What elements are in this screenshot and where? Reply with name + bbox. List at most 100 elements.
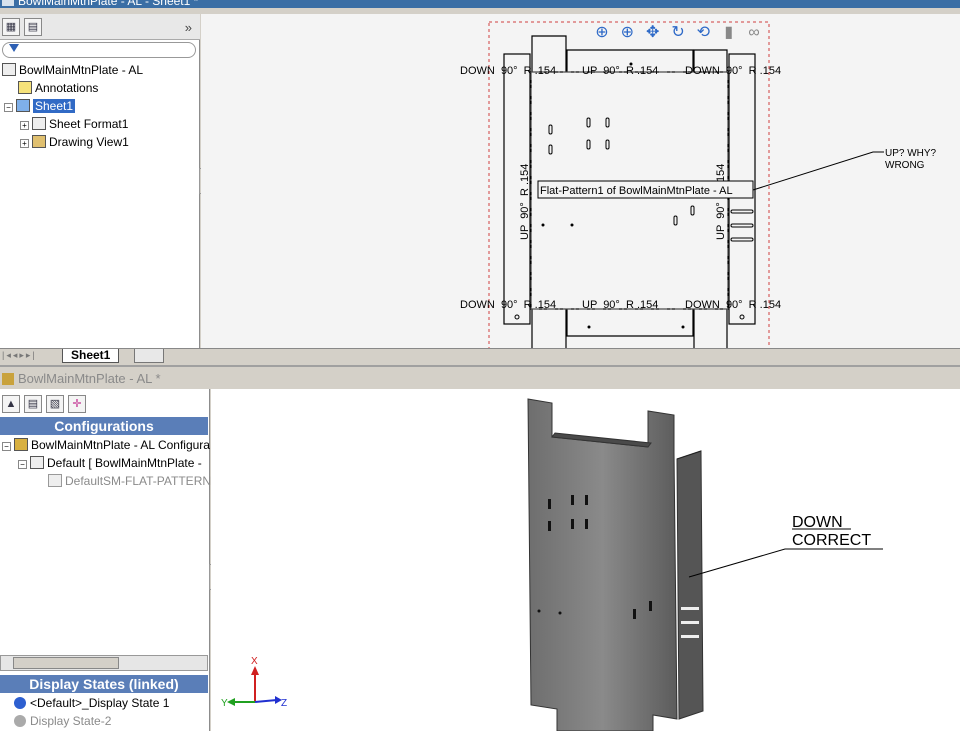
sheet-metal-model-render: DOWN CORRECT X Y Z	[221, 398, 883, 731]
property-manager-tab-icon[interactable]: ▤	[24, 18, 42, 36]
main-plate	[527, 398, 678, 731]
scrollbar-thumb[interactable]	[13, 657, 119, 669]
manager-tabs: ▲ ▤ ▧ ✛	[0, 395, 209, 417]
slot	[586, 117, 591, 128]
tree-item-drawing-view[interactable]: + Drawing View1	[20, 133, 129, 151]
note-leader-line	[752, 151, 884, 191]
bend-note-top-left: DOWN 90° R .154	[460, 65, 556, 77]
hole	[739, 314, 745, 320]
flange-slot	[730, 209, 754, 214]
expand-icon[interactable]: +	[20, 139, 29, 148]
configuration-manager-panel: ▲ ▤ ▧ ✛ Configurations − BowlMainMtnPlate…	[0, 389, 215, 731]
dimxpert-tab-icon[interactable]: ✛	[68, 395, 86, 413]
slot	[649, 601, 652, 611]
rotate-icon[interactable]: ⟲	[692, 22, 714, 44]
bend-note-vertical-left: UP 90° R .154	[519, 164, 531, 240]
sheet-tab-bar: |◂◂▸▸| Sheet1	[0, 348, 960, 363]
triad-x-arrow	[251, 666, 259, 675]
tree-item-sheet1[interactable]: − Sheet1	[4, 97, 76, 115]
slot	[585, 495, 588, 505]
expand-panel-icon[interactable]: »	[185, 20, 192, 35]
window-title-bar: BowlMainMtnPlate - AL - Sheet1 *	[0, 0, 960, 8]
part-icon	[14, 438, 28, 451]
config-item-flat-pattern[interactable]: DefaultSM-FLAT-PATTERN	[48, 472, 211, 490]
display-state-active-icon	[14, 697, 26, 709]
derived-configuration-icon	[48, 474, 62, 487]
display-states-header: Display States (linked)	[0, 675, 208, 693]
display-state-default[interactable]: <Default>_Display State 1	[14, 694, 169, 712]
hole	[558, 611, 562, 615]
tree-item-annotations[interactable]: Annotations	[18, 79, 98, 97]
sheet-icon	[16, 99, 30, 112]
configuration-manager-tab-icon[interactable]: ▧	[46, 395, 64, 413]
add-sheet-icon[interactable]	[134, 349, 164, 363]
feature-manager-panel: ▦ ▤ » BowlMainMtnPlate - AL Annotations …	[0, 14, 205, 348]
bend-note-top-right: DOWN 90° R .154	[685, 65, 781, 77]
side-flange	[676, 450, 704, 720]
flange-slot	[681, 621, 699, 624]
zoom-to-area-icon[interactable]: ⊕	[616, 22, 638, 44]
slot	[548, 499, 551, 509]
tree-item-drawing[interactable]: BowlMainMtnPlate - AL	[2, 61, 143, 79]
collapse-icon[interactable]: −	[4, 103, 13, 112]
flange-slot	[681, 635, 699, 638]
flange-slot	[730, 223, 754, 228]
tree-item-sheet-format[interactable]: + Sheet Format1	[20, 115, 128, 133]
feature-tree-tab-icon[interactable]: ▦	[2, 18, 20, 36]
feature-manager-tab-icon[interactable]: ▲	[2, 395, 20, 413]
bend-note-top-middle: UP 90° R .154	[582, 65, 658, 77]
view-label: Flat-Pattern1 of BowlMainMtnPlate - AL	[540, 185, 733, 197]
annotations-icon	[18, 81, 32, 94]
flat-pattern-drawing: DOWN 90° R .154 UP 90° R .154 DOWN 90° R…	[460, 21, 937, 348]
model-note-leader	[688, 548, 883, 578]
hole	[537, 609, 541, 613]
part-document-icon	[2, 373, 14, 385]
configurations-header: Configurations	[0, 417, 208, 435]
bottom-right-tab	[693, 309, 728, 348]
configuration-icon	[30, 456, 44, 469]
sheet-nav-arrows-icon[interactable]: |◂◂▸▸|	[2, 350, 37, 361]
hole	[570, 223, 574, 227]
hole	[514, 314, 520, 320]
filter-input[interactable]	[2, 42, 196, 58]
triad-y-label: Y	[221, 698, 228, 709]
redraw-icon[interactable]: ↻	[667, 22, 689, 44]
pan-icon[interactable]: ✥	[642, 22, 664, 44]
bend-note-bottom-left: DOWN 90° R .154	[460, 299, 556, 311]
drawing-document-icon	[2, 0, 14, 6]
part-window-title-bar: BowlMainMtnPlate - AL *	[0, 365, 960, 389]
display-state-2[interactable]: Display State-2	[14, 712, 111, 730]
view-settings-icon[interactable]: ∞	[743, 22, 765, 44]
window-title: BowlMainMtnPlate - AL - Sheet1 *	[18, 0, 199, 8]
triad-z-label: Z	[281, 698, 287, 709]
tab-sheet1[interactable]: Sheet1	[62, 349, 120, 363]
slot	[585, 519, 588, 529]
3d-model-viewport[interactable]: DOWN CORRECT X Y Z	[211, 389, 960, 731]
part-window-title: BowlMainMtnPlate - AL *	[18, 371, 161, 386]
slot	[605, 139, 610, 150]
collapse-icon[interactable]: −	[18, 460, 27, 469]
expand-icon[interactable]: +	[20, 121, 29, 130]
horizontal-scrollbar[interactable]	[0, 655, 208, 671]
triad-y-arrow	[227, 698, 235, 706]
hole	[541, 223, 545, 227]
model-note-correct: CORRECT	[792, 532, 871, 549]
zoom-to-fit-icon[interactable]: ⊕	[591, 22, 613, 44]
drawing-icon	[2, 63, 16, 76]
drawing-sheet-area[interactable]: DOWN 90° R .154 UP 90° R .154 DOWN 90° R…	[201, 14, 960, 348]
config-item-part[interactable]: − BowlMainMtnPlate - AL Configura	[2, 436, 210, 454]
flange-slot	[681, 607, 699, 610]
display-state-inactive-icon	[14, 715, 26, 727]
collapse-icon[interactable]: −	[2, 442, 11, 451]
slot	[586, 139, 591, 150]
note-wrong: WRONG	[885, 160, 925, 171]
display-style-icon[interactable]: ▮	[718, 22, 740, 44]
property-manager-tab-icon[interactable]: ▤	[24, 395, 42, 413]
config-item-default[interactable]: − Default [ BowlMainMtnPlate -	[18, 454, 202, 472]
heads-up-toolbar: ⊕ ⊕ ✥ ↻ ⟲ ▮ ∞	[591, 22, 765, 44]
drawing-view-icon	[32, 135, 46, 148]
slot	[673, 215, 678, 226]
sheet-format-icon	[32, 117, 46, 130]
bend-note-vertical-right: UP 90° R .154	[715, 164, 727, 240]
model-note-down: DOWN	[792, 514, 843, 531]
